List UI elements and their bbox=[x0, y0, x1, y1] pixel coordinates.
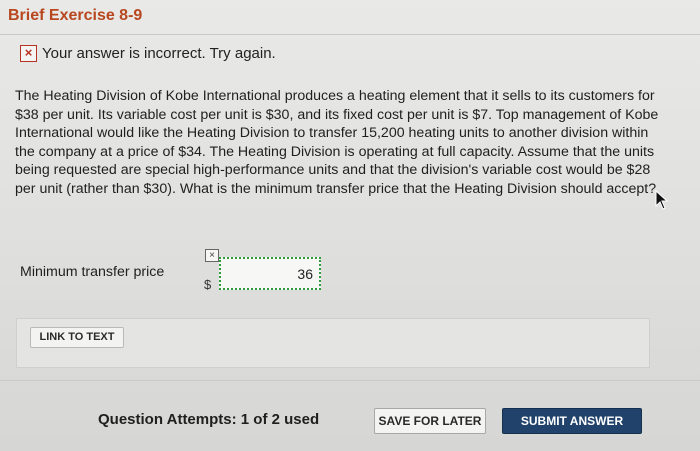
save-for-later-button[interactable]: SAVE FOR LATER bbox=[374, 408, 486, 434]
currency-symbol: $ bbox=[204, 277, 212, 292]
incorrect-x-icon: × bbox=[20, 45, 37, 62]
answer-incorrect-x-icon: × bbox=[205, 249, 219, 262]
feedback-message: × Your answer is incorrect. Try again. bbox=[20, 45, 276, 62]
exercise-title: Brief Exercise 8-9 bbox=[8, 7, 143, 24]
answer-label: Minimum transfer price bbox=[20, 264, 165, 280]
feedback-text: Your answer is incorrect. Try again. bbox=[42, 45, 276, 62]
submit-answer-button[interactable]: SUBMIT ANSWER bbox=[502, 408, 642, 434]
footer-divider bbox=[0, 380, 700, 381]
page-background bbox=[0, 0, 700, 451]
question-attempts: Question Attempts: 1 of 2 used bbox=[98, 411, 320, 428]
minimum-transfer-price-input[interactable]: 36 bbox=[219, 257, 321, 290]
answer-field-group: × $ 36 bbox=[203, 247, 323, 297]
link-to-text-button[interactable]: LINK TO TEXT bbox=[30, 327, 124, 348]
title-divider bbox=[0, 34, 700, 35]
mouse-pointer-icon bbox=[655, 190, 669, 210]
question-text: The Heating Division of Kobe Internation… bbox=[15, 88, 659, 197]
